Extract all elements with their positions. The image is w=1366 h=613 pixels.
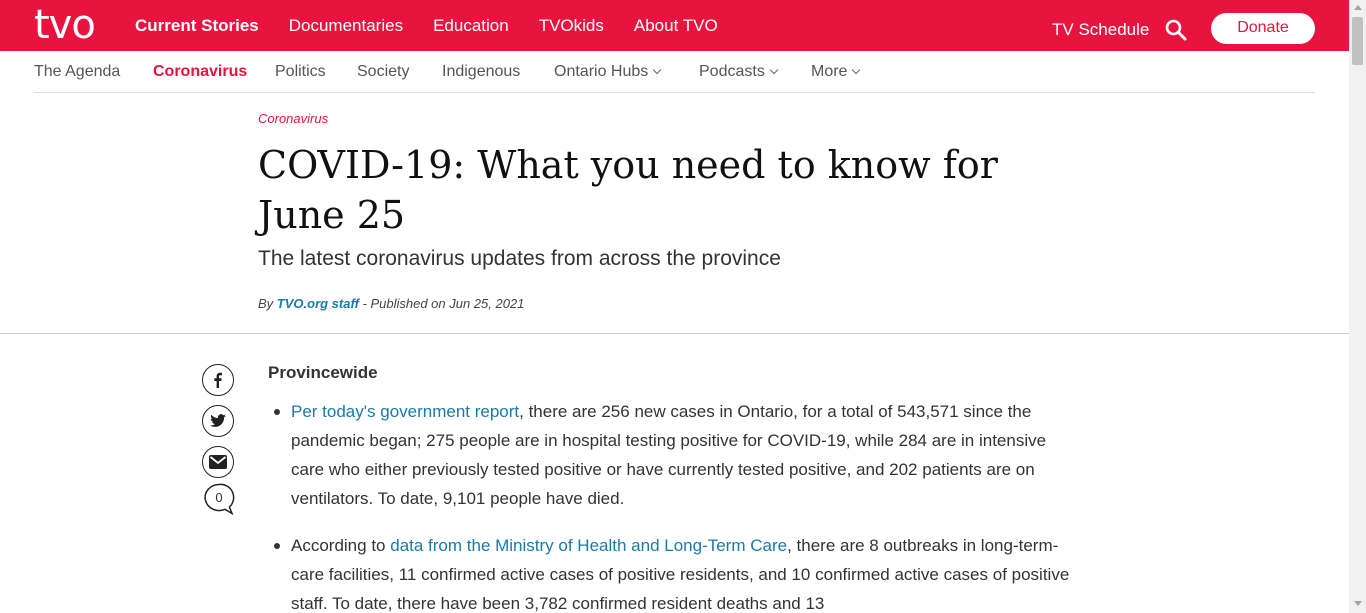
bullet-dot <box>274 409 280 415</box>
facebook-share-button[interactable] <box>202 364 234 396</box>
main-nav-about-tvo[interactable]: About TVO <box>634 16 718 36</box>
comment-count: 0 <box>215 489 223 505</box>
section-nav-politics[interactable]: Politics <box>275 63 326 81</box>
list-item-prefix: According to <box>291 536 391 555</box>
government-report-link[interactable]: Per today's government report <box>291 402 519 421</box>
tvo-logo[interactable]: tvo <box>34 4 96 46</box>
header-divider <box>0 333 1349 334</box>
chevron-down-icon <box>653 65 662 75</box>
section-nav-more[interactable]: More <box>811 63 861 81</box>
section-nav-label: Ontario Hubs <box>554 63 649 80</box>
section-nav-ontario-hubs[interactable]: Ontario Hubs <box>554 63 662 81</box>
email-icon <box>209 455 227 469</box>
scroll-up-arrow-icon[interactable] <box>1354 5 1362 10</box>
byline: By TVO.org staff - Published on Jun 25, … <box>258 296 524 311</box>
section-nav-coronavirus[interactable]: Coronavirus <box>153 63 247 81</box>
tv-schedule-link[interactable]: TV Schedule <box>1052 20 1149 40</box>
email-share-button[interactable] <box>202 446 234 478</box>
section-heading: Provincewide <box>268 363 378 382</box>
published-date: - Published on Jun 25, 2021 <box>358 296 525 311</box>
search-icon[interactable] <box>1164 18 1188 42</box>
chevron-down-icon <box>769 65 779 75</box>
twitter-share-button[interactable] <box>202 405 234 437</box>
section-nav-label: Podcasts <box>699 63 765 80</box>
section-nav-podcasts[interactable]: Podcasts <box>699 63 779 81</box>
main-nav-documentaries[interactable]: Documentaries <box>289 16 403 36</box>
main-nav: Current Stories Documentaries Education … <box>135 0 748 51</box>
main-nav-education[interactable]: Education <box>433 16 509 36</box>
list-item: Per today's government report, there are… <box>291 397 1081 513</box>
list-item: According to data from the Ministry of H… <box>291 531 1081 613</box>
article-category[interactable]: Coronavirus <box>258 111 328 126</box>
section-nav-the-agenda[interactable]: The Agenda <box>34 63 120 81</box>
section-nav-society[interactable]: Society <box>357 63 409 81</box>
comments-button[interactable]: 0 <box>202 482 235 516</box>
bullet-dot <box>274 543 280 549</box>
section-nav-label: More <box>811 63 848 80</box>
donate-button[interactable]: Donate <box>1211 13 1315 44</box>
scroll-down-arrow-icon[interactable] <box>1354 601 1362 606</box>
article-title: COVID-19: What you need to know for June… <box>258 143 998 237</box>
main-nav-current-stories[interactable]: Current Stories <box>135 16 259 36</box>
section-nav-indigenous[interactable]: Indigenous <box>442 63 520 81</box>
author-link[interactable]: TVO.org staff <box>277 296 359 311</box>
article-subtitle: The latest coronavirus updates from acro… <box>258 247 781 270</box>
section-nav: The Agenda Coronavirus Politics Society … <box>34 51 1315 93</box>
facebook-icon <box>214 372 222 388</box>
scrollbar-track[interactable] <box>1349 0 1366 613</box>
main-nav-tvokids[interactable]: TVOkids <box>539 16 604 36</box>
byline-prefix: By <box>258 296 277 311</box>
top-header: tvo Current Stories Documentaries Educat… <box>0 0 1349 51</box>
twitter-icon <box>210 414 226 427</box>
ministry-data-link[interactable]: data from the Ministry of Health and Lon… <box>390 536 787 555</box>
scrollbar-thumb[interactable] <box>1352 17 1363 65</box>
chevron-down-icon <box>852 65 861 75</box>
